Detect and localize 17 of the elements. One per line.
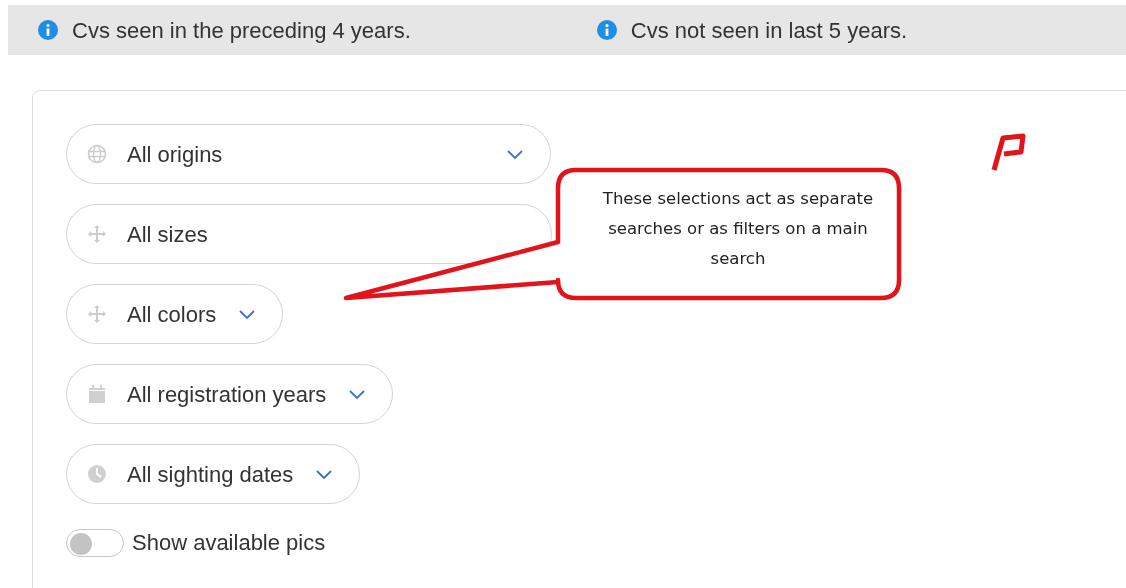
globe-icon: [87, 144, 107, 164]
info-icon: [596, 20, 617, 40]
toggle-switch[interactable]: [66, 528, 124, 557]
filter-dropdown[interactable]: All origins: [66, 124, 551, 184]
filter-dropdown[interactable]: All sighting dates: [66, 444, 361, 504]
filter-dropdown[interactable]: All registration years: [66, 364, 394, 424]
info-icon: [38, 20, 58, 40]
calendar-icon: [87, 384, 107, 404]
info-text: Cvs not seen in last 5 years.: [630, 16, 908, 45]
clock-icon: [87, 464, 107, 484]
callout-text: These selections act as separate searches or as filters on a main search: [601, 188, 875, 270]
move-arrows-icon: [87, 304, 107, 324]
filter-dropdown[interactable]: All sizes: [66, 204, 552, 264]
toggle-label: Show available pics: [132, 529, 326, 557]
filter-dropdown[interactable]: All colors: [66, 284, 284, 344]
move-arrows-icon: [87, 224, 107, 244]
info-text: Cvs seen in the preceding 4 years.: [72, 16, 411, 45]
